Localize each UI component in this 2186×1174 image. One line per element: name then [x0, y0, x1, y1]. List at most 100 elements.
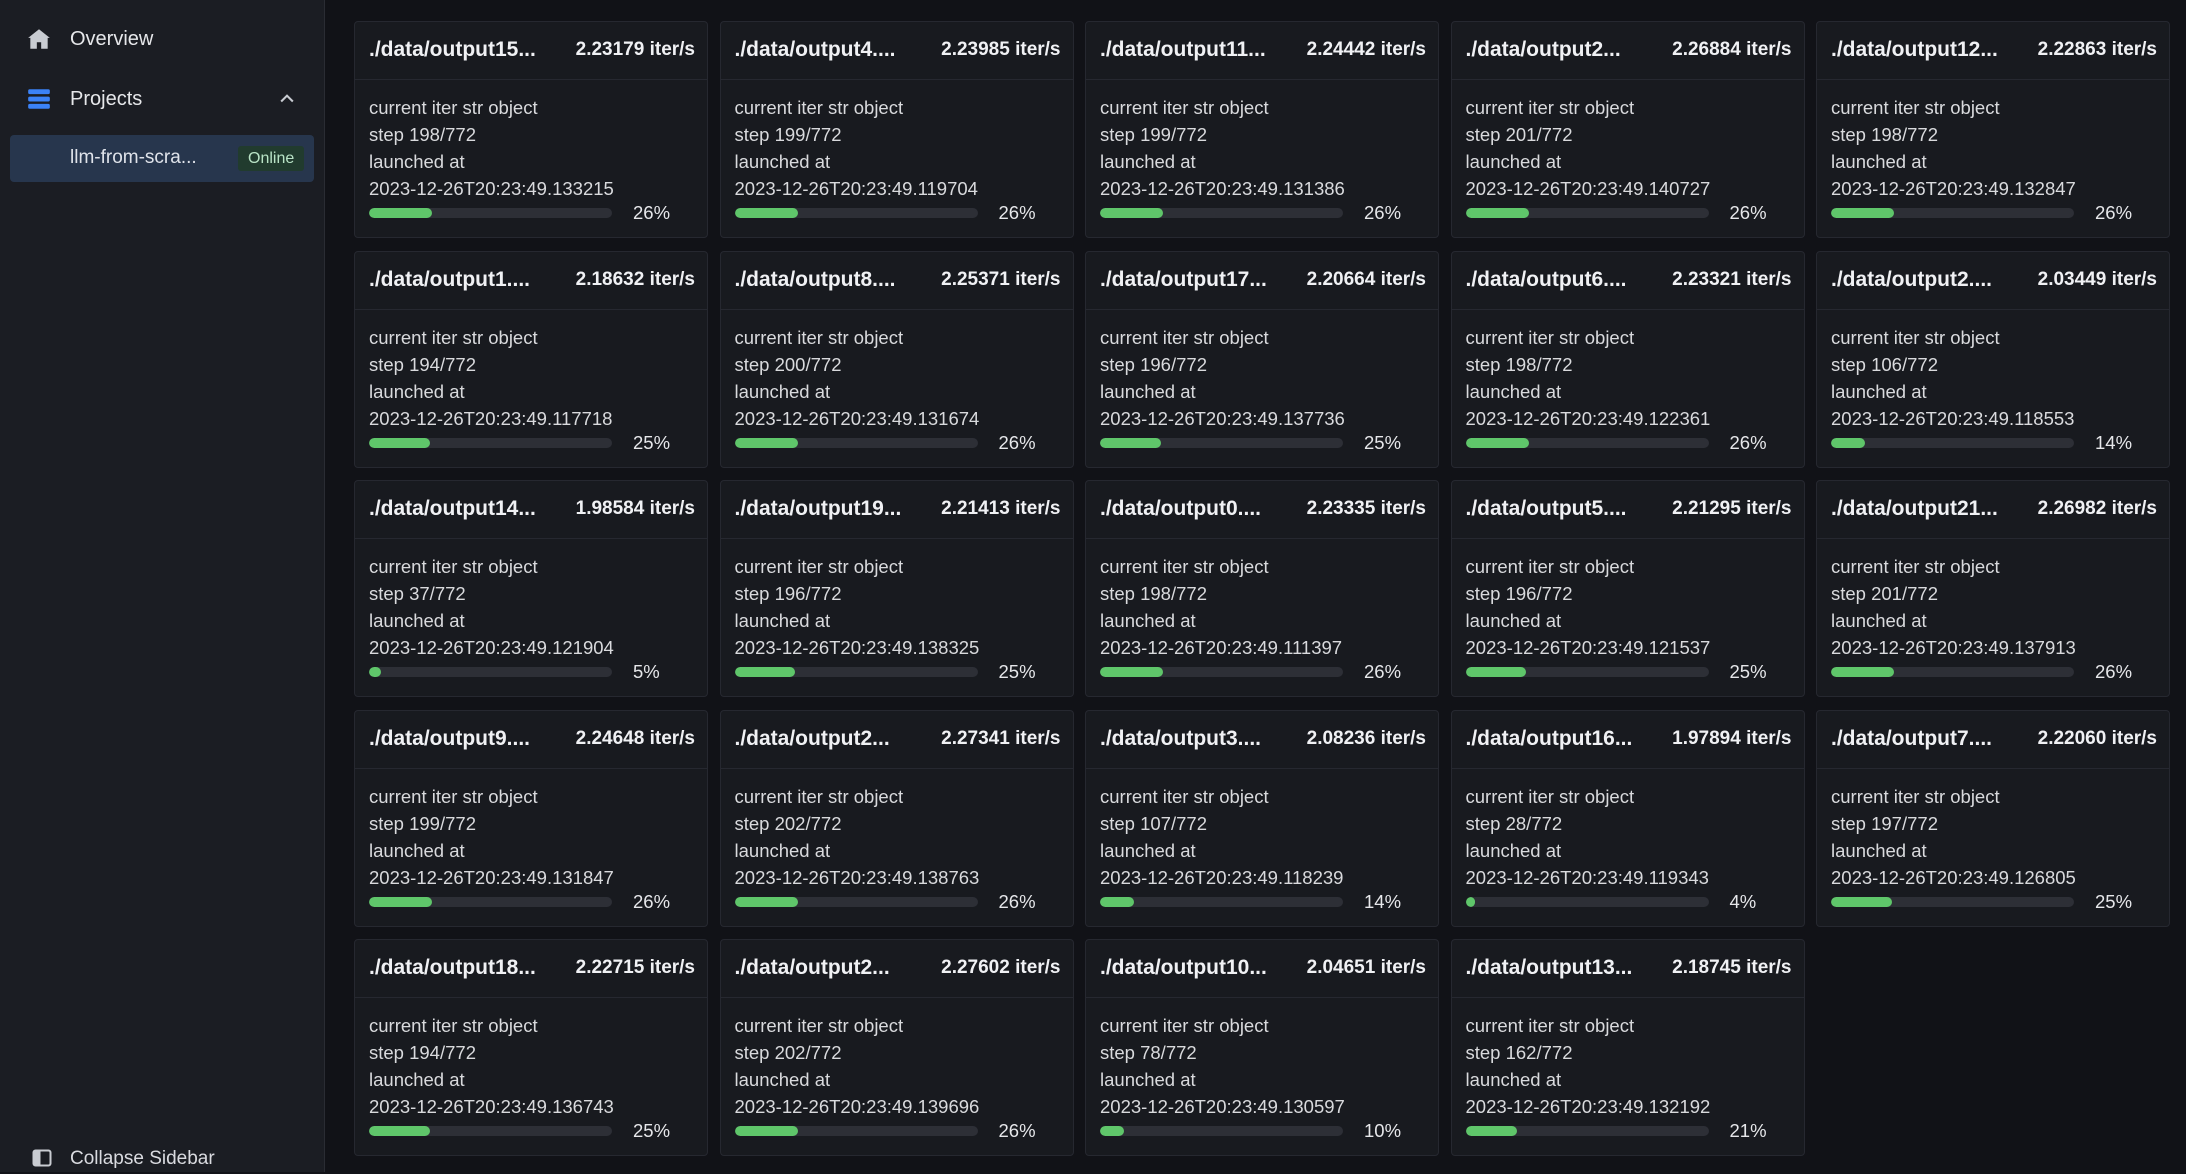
run-card-rate: 2.22863 iter/s [2037, 39, 2157, 60]
progress-percent: 25% [633, 431, 671, 453]
run-card[interactable]: ./data/output17... 2.20664 iter/s current … [1085, 250, 1439, 468]
chevron-up-icon[interactable] [275, 87, 299, 111]
progress-bar-fill [734, 1126, 798, 1136]
nav-overview-label: Overview [70, 27, 154, 50]
progress-percent: 26% [1364, 661, 1402, 682]
progress-percent: 25% [1364, 431, 1402, 453]
run-card[interactable]: ./data/output2... 2.26884 iter/s current i… [1450, 21, 1805, 238]
progress-bar [1465, 1126, 1709, 1136]
run-card[interactable]: ./data/output19... 2.21413 iter/s current … [719, 480, 1074, 697]
progress-bar-fill [369, 667, 382, 677]
run-card-launched-label: launched at [734, 380, 831, 402]
run-card-launched-label: launched at [1100, 380, 1196, 402]
run-card[interactable]: ./data/output16... 1.97894 iter/s current … [1450, 709, 1805, 927]
run-card-rate: 2.04651 iter/s [1306, 957, 1426, 978]
run-card-rate: 2.23335 iter/s [1306, 498, 1426, 519]
progress-bar-fill [369, 1126, 430, 1136]
run-card-title: ./data/output9.... [369, 726, 530, 750]
run-card-rate: 2.21295 iter/s [1672, 498, 1792, 519]
progress-bar-fill [1831, 208, 1895, 218]
run-card-launched-label: launched at [734, 610, 831, 631]
run-card-launched-time: 2023-12-26T20:23:49.122361 [1465, 407, 1711, 429]
progress-percent: 25% [1729, 661, 1767, 682]
run-card-step: step 199/772 [369, 812, 476, 834]
run-card[interactable]: ./data/output13... 2.18745 iter/s current … [1450, 939, 1805, 1156]
progress-bar [1465, 667, 1709, 677]
run-card-header: ./data/output17... 2.20664 iter/s [1086, 252, 1438, 310]
run-card[interactable]: ./data/output8.... 2.25371 iter/s current … [719, 250, 1074, 468]
run-card[interactable]: ./data/output14... 1.98584 iter/s current … [354, 480, 708, 697]
run-card[interactable]: ./data/output5.... 2.21295 iter/s current … [1450, 480, 1805, 697]
run-card-launched-time: 2023-12-26T20:23:49.132847 [1831, 178, 2076, 199]
run-card-step: step 200/772 [734, 353, 842, 375]
run-card-rate: 2.20664 iter/s [1306, 268, 1426, 290]
run-card[interactable]: ./data/output11... 2.24442 iter/s current … [1085, 21, 1439, 238]
progress-bar [734, 667, 978, 677]
run-card[interactable]: ./data/output0.... 2.23335 iter/s current … [1085, 480, 1439, 697]
run-card-launched-time: 2023-12-26T20:23:49.139696 [734, 1096, 980, 1117]
project-name: llm-from-scra... [70, 147, 197, 168]
sidebar-item-project[interactable]: llm-from-scra... Online [10, 135, 314, 182]
run-card[interactable]: ./data/output9.... 2.24648 iter/s current … [354, 709, 708, 927]
run-card[interactable]: ./data/output21... 2.26982 iter/s current … [1816, 480, 2170, 697]
run-card-title: ./data/output15... [369, 38, 536, 61]
run-card-step: step 198/772 [1831, 124, 1938, 145]
run-card[interactable]: ./data/output18... 2.22715 iter/s current … [354, 939, 708, 1156]
run-card-launched-label: launched at [369, 839, 465, 861]
sidebar: Overview Projects llm-from-scra... Onlin… [0, 0, 325, 1172]
progress-bar-fill [734, 896, 798, 907]
run-card[interactable]: ./data/output2.... 2.03449 iter/s current … [1816, 250, 2170, 468]
progress-bar-fill [1465, 437, 1529, 448]
run-card[interactable]: ./data/output6.... 2.23321 iter/s current … [1450, 250, 1805, 468]
progress-bar-fill [1831, 667, 1895, 677]
run-card[interactable]: ./data/output4.... 2.23985 iter/s current … [719, 21, 1074, 238]
run-card[interactable]: ./data/output1.... 2.18632 iter/s current … [354, 250, 708, 468]
run-card-launched-label: launched at [1465, 1069, 1562, 1090]
run-card[interactable]: ./data/output3.... 2.08236 iter/s current … [1085, 709, 1439, 927]
run-card[interactable]: ./data/output12... 2.22863 iter/s current … [1816, 21, 2170, 238]
run-card-title: ./data/output16... [1465, 726, 1633, 750]
run-card-header: ./data/output2... 2.27602 iter/s [720, 940, 1073, 998]
run-card-rate: 2.23179 iter/s [575, 39, 695, 60]
collapse-sidebar-button[interactable]: Collapse Sidebar [0, 1146, 325, 1172]
run-card-current-iter: current iter str object [1100, 326, 1269, 348]
run-card-current-iter: current iter str object [369, 326, 538, 348]
run-card[interactable]: ./data/output15... 2.23179 iter/s current … [354, 21, 708, 238]
run-card[interactable]: ./data/output2... 2.27602 iter/s current i… [719, 939, 1074, 1156]
run-card[interactable]: ./data/output7.... 2.22060 iter/s current … [1816, 709, 2170, 927]
progress-bar [1100, 437, 1343, 448]
run-card-title: ./data/output2... [734, 956, 890, 979]
run-card-header: ./data/output7.... 2.22060 iter/s [1817, 711, 2169, 769]
progress-bar-fill [1100, 437, 1161, 448]
nav-projects[interactable]: Projects [0, 71, 325, 127]
run-card[interactable]: ./data/output2... 2.27341 iter/s current i… [719, 709, 1074, 927]
run-card-current-iter: current iter str object [1465, 1015, 1635, 1036]
run-card-title: ./data/output2... [1465, 38, 1621, 61]
run-card-title: ./data/output12... [1831, 38, 1998, 61]
run-card-step: step 78/772 [1100, 1042, 1197, 1063]
run-card-launched-time: 2023-12-26T20:23:49.133215 [369, 178, 614, 199]
run-card-title: ./data/output7.... [1831, 726, 1992, 750]
run-card-title: ./data/output2... [734, 726, 890, 750]
nav-overview[interactable]: Overview [0, 11, 325, 67]
progress-bar-fill [1465, 667, 1527, 677]
run-card-step: step 199/772 [734, 124, 842, 145]
run-card[interactable]: ./data/output10... 2.04651 iter/s current … [1085, 939, 1439, 1156]
run-card-launched-time: 2023-12-26T20:23:49.117718 [369, 407, 613, 429]
progress-bar [1831, 896, 2074, 907]
run-card-launched-time: 2023-12-26T20:23:49.131847 [369, 866, 614, 888]
progress-bar-fill [1465, 1126, 1517, 1136]
run-card-launched-time: 2023-12-26T20:23:49.131674 [734, 407, 980, 429]
progress-bar [369, 667, 612, 677]
run-card-launched-time: 2023-12-26T20:23:49.136743 [369, 1096, 614, 1117]
run-card-title: ./data/output1.... [369, 267, 530, 291]
progress-percent: 25% [2095, 890, 2133, 912]
run-card-launched-label: launched at [1100, 1069, 1196, 1090]
progress-bar-fill [1100, 208, 1164, 218]
run-card-title: ./data/output4.... [734, 38, 896, 61]
progress-bar [734, 1126, 978, 1136]
run-card-header: ./data/output15... 2.23179 iter/s [355, 22, 707, 80]
run-card-rate: 2.22715 iter/s [575, 957, 695, 978]
run-card-rate: 2.27341 iter/s [941, 727, 1061, 749]
run-card-launched-time: 2023-12-26T20:23:49.118239 [1100, 866, 1344, 888]
